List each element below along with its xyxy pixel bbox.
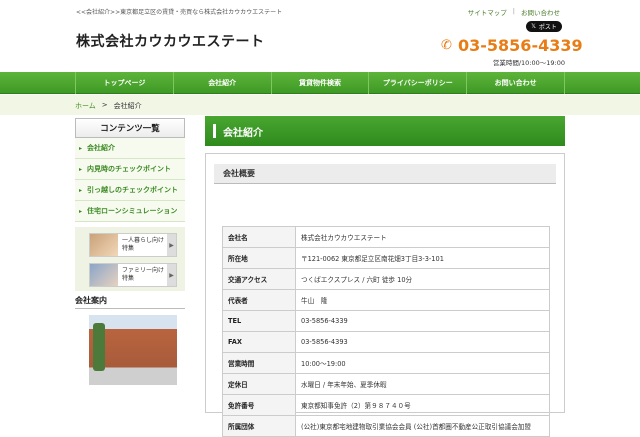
breadcrumb-home[interactable]: ホーム — [75, 101, 96, 111]
row-value: 03-5856-4339 — [295, 310, 550, 332]
row-key: 交通アクセス — [222, 268, 296, 290]
global-nav: トップページ 会社紹介 賃貸物件検索 プライバシーポリシー お問い合わせ — [0, 72, 640, 94]
breadcrumb-current: 会社紹介 — [113, 102, 142, 110]
nav-top[interactable]: トップページ — [75, 72, 173, 94]
x-post-label: ポスト — [538, 24, 557, 31]
nav-privacy[interactable]: プライバシーポリシー — [368, 72, 466, 94]
business-hours: 営業時間/10:00～19:00 — [492, 59, 565, 67]
sidebar-item-viewing-checkpoints[interactable]: ▸ 内見時のチェックポイント — [75, 159, 185, 180]
sidebar-item-label: 内見時のチェックポイント — [87, 165, 172, 173]
row-value: 東京都知事免許（2）第９８７４０号 — [295, 394, 550, 416]
banner-photo — [90, 234, 118, 256]
bullet-icon: ▸ — [79, 207, 83, 215]
tree-shape — [93, 323, 105, 371]
single-living-banner[interactable]: 一人暮らし向け 特集 ▶ — [89, 233, 177, 257]
table-row: 交通アクセス つくばエクスプレス / 六町 徒歩 10分 — [222, 268, 550, 290]
table-row: 免許番号 東京都知事免許（2）第９８７４０号 — [222, 394, 550, 416]
phone-number: 03-5856-4339 — [458, 36, 583, 55]
nav-rental-search[interactable]: 賃貸物件検索 — [270, 72, 369, 94]
page-title: 会社紹介 — [205, 116, 565, 146]
row-value: 牛山 隆 — [295, 289, 550, 311]
sidebar: コンテンツ一覧 ▸ 会社紹介 ▸ 内見時のチェックポイント ▸ 引っ越しのチェックポイ… — [75, 116, 185, 385]
nav-company[interactable]: 会社紹介 — [172, 72, 271, 94]
table-row: 営業時間 10:00～19:00 — [222, 352, 550, 374]
banner-photo — [90, 264, 118, 286]
sitemap-link[interactable]: サイトマップ — [462, 7, 513, 17]
row-key: 代表者 — [222, 289, 296, 311]
banner-line1: 一人暮らし向け — [122, 237, 165, 244]
phone-contact: ✆ 03-5856-4339 — [441, 36, 583, 55]
row-value: 〒121-0062 東京都足立区南花畑3丁目3-3-101 — [295, 247, 550, 269]
sidebar-item-company[interactable]: ▸ 会社紹介 — [75, 138, 185, 159]
bullet-icon: ▸ — [79, 165, 83, 173]
company-guide-heading: 会社案内 — [75, 293, 185, 309]
contact-link[interactable]: お問い合わせ — [515, 7, 566, 17]
chevron-right-icon: ▶ — [167, 264, 176, 286]
banner-line1: ファミリー向け — [122, 267, 165, 274]
banner-line2: 特集 — [122, 275, 135, 282]
phone-icon: ✆ — [441, 38, 452, 53]
company-panel: 会社概要 会社名 株式会社カウカウエステート 所在地 〒121-0062 東京都足立区… — [205, 153, 565, 437]
row-value: つくばエクスプレス / 六町 徒歩 10分 — [295, 268, 550, 290]
sidebar-item-label: 住宅ローンシミュレーション — [87, 207, 178, 215]
page-title-text: 会社紹介 — [223, 127, 263, 139]
row-key: 免許番号 — [222, 394, 296, 416]
table-row: FAX 03-5856-4393 — [222, 331, 550, 353]
title-accent — [213, 124, 216, 138]
sidebar-item-moving-checkpoints[interactable]: ▸ 引っ越しのチェックポイント — [75, 180, 185, 201]
main-content: 会社紹介 会社概要 会社名 株式会社カウカウエステート 所在地 〒121-0062 東… — [205, 116, 565, 437]
row-value: 株式会社カウカウエステート — [295, 226, 550, 248]
nav-contact[interactable]: お問い合わせ — [466, 72, 565, 94]
breadcrumb: ホーム > 会社紹介 — [75, 101, 142, 111]
x-logo-icon: 𝕏 — [531, 23, 536, 30]
table-row: 会社名 株式会社カウカウエステート — [222, 226, 550, 248]
office-photo — [89, 315, 177, 385]
sidebar-item-loan-simulation[interactable]: ▸ 住宅ローンシミュレーション — [75, 201, 185, 222]
header-utility-links: サイトマップ | お問い合わせ — [462, 7, 566, 17]
sidebar-item-label: 引っ越しのチェックポイント — [87, 186, 179, 194]
row-value: 03-5856-4393 — [295, 331, 550, 353]
table-row: TEL 03-5856-4339 — [222, 310, 550, 332]
family-banner[interactable]: ファミリー向け 特集 ▶ — [89, 263, 177, 287]
table-row: 所在地 〒121-0062 東京都足立区南花畑3丁目3-3-101 — [222, 247, 550, 269]
table-row: 定休日 水曜日 / 年末年始、夏季休暇 — [222, 373, 550, 395]
row-key: FAX — [222, 331, 296, 353]
section-heading: 会社概要 — [214, 164, 556, 184]
breadcrumb-separator: > — [101, 101, 108, 109]
x-post-button[interactable]: 𝕏 ポスト — [526, 21, 562, 32]
row-key: 所在地 — [222, 247, 296, 269]
row-key: 営業時間 — [222, 352, 296, 374]
row-key: 会社名 — [222, 226, 296, 248]
row-key: TEL — [222, 310, 296, 332]
site-logo[interactable]: 株式会社カウカウエステート — [76, 31, 265, 51]
row-value: (公社)東京都宅地建物取引業協会会員 (公社)首都圏不動産公正取引協議会加盟 — [295, 415, 550, 437]
sidebar-item-label: 会社紹介 — [87, 144, 116, 152]
feature-banners: 一人暮らし向け 特集 ▶ ファミリー向け 特集 ▶ — [75, 227, 185, 291]
row-value: 水曜日 / 年末年始、夏季休暇 — [295, 373, 550, 395]
chevron-right-icon: ▶ — [167, 234, 176, 256]
row-value: 10:00～19:00 — [295, 352, 550, 374]
company-table: 会社名 株式会社カウカウエステート 所在地 〒121-0062 東京都足立区南花畑3丁… — [222, 226, 550, 437]
table-row: 代表者 牛山 隆 — [222, 289, 550, 311]
bullet-icon: ▸ — [79, 144, 83, 152]
header-tagline: <<会社紹介>>東京都足立区の賃貸・売買なら株式会社カウカウエステート — [76, 9, 283, 16]
row-key: 所属団体 — [222, 415, 296, 437]
row-key: 定休日 — [222, 373, 296, 395]
bullet-icon: ▸ — [79, 186, 83, 194]
table-row: 所属団体 (公社)東京都宅地建物取引業協会会員 (公社)首都圏不動産公正取引協議会… — [222, 415, 550, 437]
sidebar-heading: コンテンツ一覧 — [75, 118, 185, 138]
banner-line2: 特集 — [122, 245, 135, 252]
